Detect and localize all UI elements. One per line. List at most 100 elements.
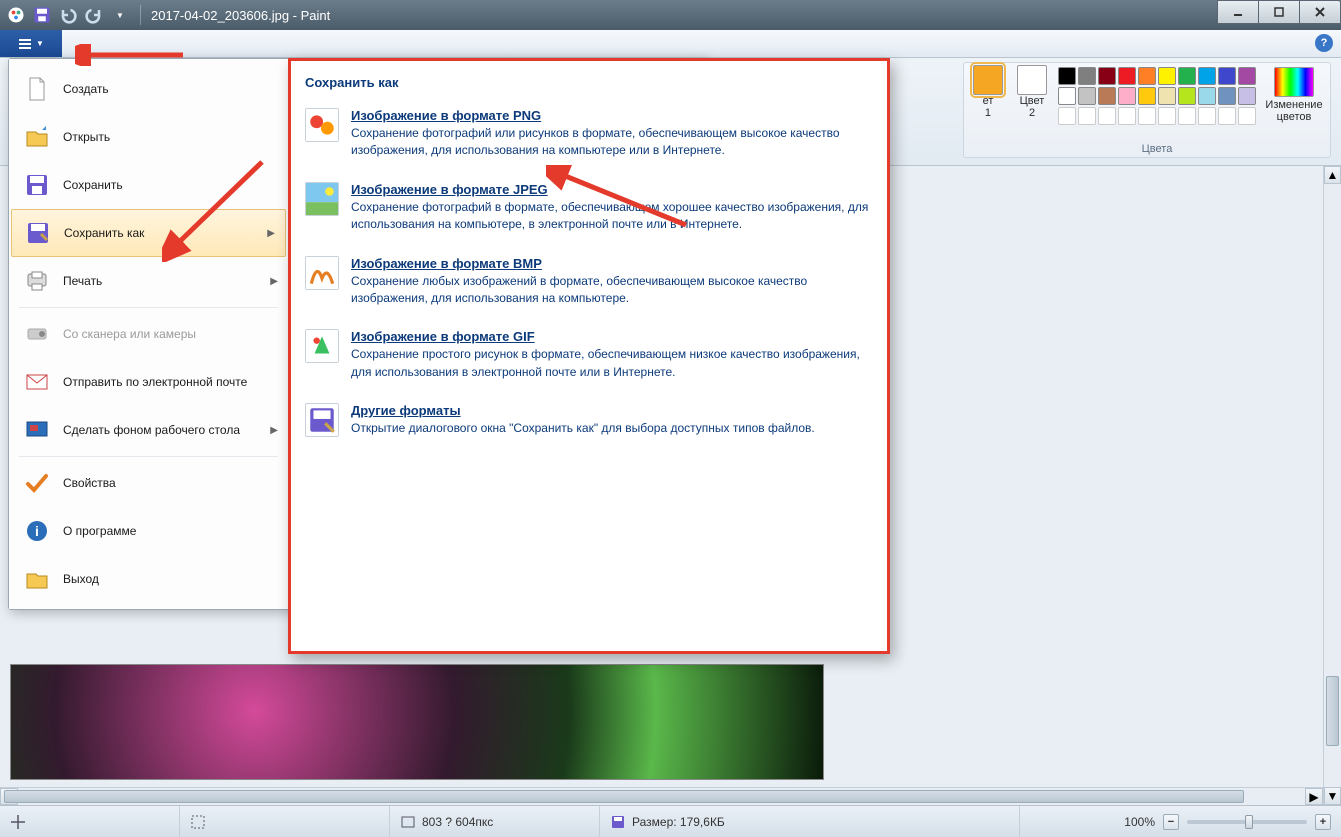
menu-item-label: Печать	[63, 274, 102, 288]
file-menu-item[interactable]: iО программе	[9, 507, 288, 555]
file-menu-item[interactable]: Сохранить	[9, 161, 288, 209]
file-menu-item[interactable]: Сохранить как▶	[11, 209, 286, 257]
cursor-position	[0, 806, 180, 837]
color-swatch-empty[interactable]	[1238, 107, 1256, 125]
zoom-thumb[interactable]	[1245, 815, 1253, 829]
file-menu-item[interactable]: Печать ▶	[9, 257, 288, 305]
dimensions-icon	[400, 814, 416, 830]
canvas-image[interactable]	[10, 664, 824, 780]
file-size: Размер: 179,6КБ	[600, 806, 1020, 837]
color-swatch-empty[interactable]	[1058, 107, 1076, 125]
window-controls	[1218, 0, 1341, 24]
color-swatch[interactable]	[1158, 67, 1176, 85]
color1-slot[interactable]: ет 1	[970, 65, 1006, 155]
menu-item-label: Отправить по электронной почте	[63, 375, 247, 389]
color-swatch-empty[interactable]	[1138, 107, 1156, 125]
color-swatch[interactable]	[1238, 87, 1256, 105]
color-swatch[interactable]	[1158, 87, 1176, 105]
color-swatch[interactable]	[1238, 67, 1256, 85]
color-swatch[interactable]	[1218, 67, 1236, 85]
selection-size	[180, 806, 390, 837]
color-swatch-empty[interactable]	[1198, 107, 1216, 125]
submenu-item[interactable]: Другие форматыОткрытие диалогового окна …	[291, 395, 887, 451]
vertical-scrollbar[interactable]: ▲ ▼	[1323, 166, 1341, 805]
color-swatch[interactable]	[1138, 87, 1156, 105]
menu-item-label: Сохранить как	[64, 226, 144, 240]
ribbon-tab-row: ▼ ?	[0, 30, 1341, 58]
dimensions-text: 803 ? 604пкс	[422, 815, 493, 829]
hscroll-thumb[interactable]	[4, 790, 1244, 803]
color-swatch[interactable]	[1078, 87, 1096, 105]
undo-button[interactable]	[58, 5, 78, 25]
color-swatch[interactable]	[1178, 87, 1196, 105]
paint-icon	[6, 5, 26, 25]
minimize-button[interactable]	[1217, 0, 1259, 24]
color-swatch[interactable]	[1058, 67, 1076, 85]
file-menu-item[interactable]: Отправить по электронной почте	[9, 358, 288, 406]
color-swatch-empty[interactable]	[1158, 107, 1176, 125]
color-swatch-empty[interactable]	[1178, 107, 1196, 125]
file-menu-item[interactable]: Сделать фоном рабочего стола ▶	[9, 406, 288, 454]
redo-button[interactable]	[84, 5, 104, 25]
menu-item-label: Сохранить	[63, 178, 123, 192]
color-swatch-empty[interactable]	[1118, 107, 1136, 125]
color-swatch[interactable]	[1178, 67, 1196, 85]
zoom-out-button[interactable]: −	[1163, 814, 1179, 830]
submenu-item[interactable]: Изображение в формате GIFСохранение прос…	[291, 321, 887, 395]
file-menu-button[interactable]: ▼	[0, 30, 62, 57]
scroll-up-button[interactable]: ▲	[1324, 166, 1341, 184]
color-swatch-empty[interactable]	[1218, 107, 1236, 125]
vscroll-thumb[interactable]	[1326, 676, 1339, 746]
file-menu-item[interactable]: Выход	[9, 555, 288, 603]
file-menu-item[interactable]: Открыть	[9, 113, 288, 161]
color-swatch[interactable]	[1058, 87, 1076, 105]
color-swatch[interactable]	[1198, 87, 1216, 105]
file-menu-item[interactable]: Свойства	[9, 459, 288, 507]
chevron-right-icon: ▶	[270, 425, 278, 436]
help-button[interactable]: ?	[1315, 34, 1333, 52]
quick-access-toolbar: ▼	[0, 5, 136, 25]
save-button[interactable]	[32, 5, 52, 25]
maximize-button[interactable]	[1258, 0, 1300, 24]
file-menu-item: Со сканера или камеры	[9, 310, 288, 358]
color-swatch-empty[interactable]	[1078, 107, 1096, 125]
submenu-item-desc: Сохранение простого рисунок в формате, о…	[351, 346, 873, 381]
submenu-item-title: Изображение в формате BMP	[351, 256, 873, 271]
menu-item-icon	[23, 416, 51, 444]
zoom-value: 100%	[1124, 815, 1155, 829]
color-swatch[interactable]	[1078, 67, 1096, 85]
horizontal-scrollbar[interactable]: ◀ ▶	[0, 787, 1323, 805]
menu-item-icon	[23, 267, 51, 295]
submenu-item[interactable]: Изображение в формате PNGСохранение фото…	[291, 100, 887, 174]
chevron-right-icon: ▶	[270, 276, 278, 287]
color-swatch[interactable]	[1138, 67, 1156, 85]
edit-colors-button[interactable]: Изменение цветов	[1264, 65, 1324, 155]
color2-slot[interactable]: Цвет 2	[1014, 65, 1050, 155]
color-swatch[interactable]	[1098, 67, 1116, 85]
color-swatch[interactable]	[1118, 67, 1136, 85]
qat-dropdown[interactable]: ▼	[110, 5, 130, 25]
submenu-item[interactable]: Изображение в формате JPEGСохранение фот…	[291, 174, 887, 248]
color1-swatch[interactable]	[973, 65, 1003, 95]
submenu-item[interactable]: Изображение в формате BMPСохранение любы…	[291, 248, 887, 322]
colors-group: ет 1 Цвет 2 Цвета Изменение цветов	[963, 62, 1331, 158]
scroll-down-button[interactable]: ▼	[1324, 787, 1341, 805]
scroll-right-button[interactable]: ▶	[1305, 788, 1323, 805]
color-swatch[interactable]	[1218, 87, 1236, 105]
zoom-in-button[interactable]: +	[1315, 814, 1331, 830]
color-swatch-empty[interactable]	[1098, 107, 1116, 125]
color-swatch[interactable]	[1098, 87, 1116, 105]
file-menu-item[interactable]: Создать	[9, 65, 288, 113]
zoom-slider[interactable]	[1187, 820, 1307, 824]
menu-item-icon	[23, 469, 51, 497]
rainbow-icon	[1274, 67, 1314, 97]
close-button[interactable]	[1299, 0, 1341, 24]
menu-item-label: Выход	[63, 572, 99, 586]
color-swatch[interactable]	[1198, 67, 1216, 85]
menu-item-label: Сделать фоном рабочего стола	[63, 423, 240, 437]
separator	[140, 5, 141, 25]
palette: Цвета	[1058, 65, 1256, 155]
color2-swatch[interactable]	[1017, 65, 1047, 95]
color-swatch[interactable]	[1118, 87, 1136, 105]
submenu-item-title: Другие форматы	[351, 403, 873, 418]
